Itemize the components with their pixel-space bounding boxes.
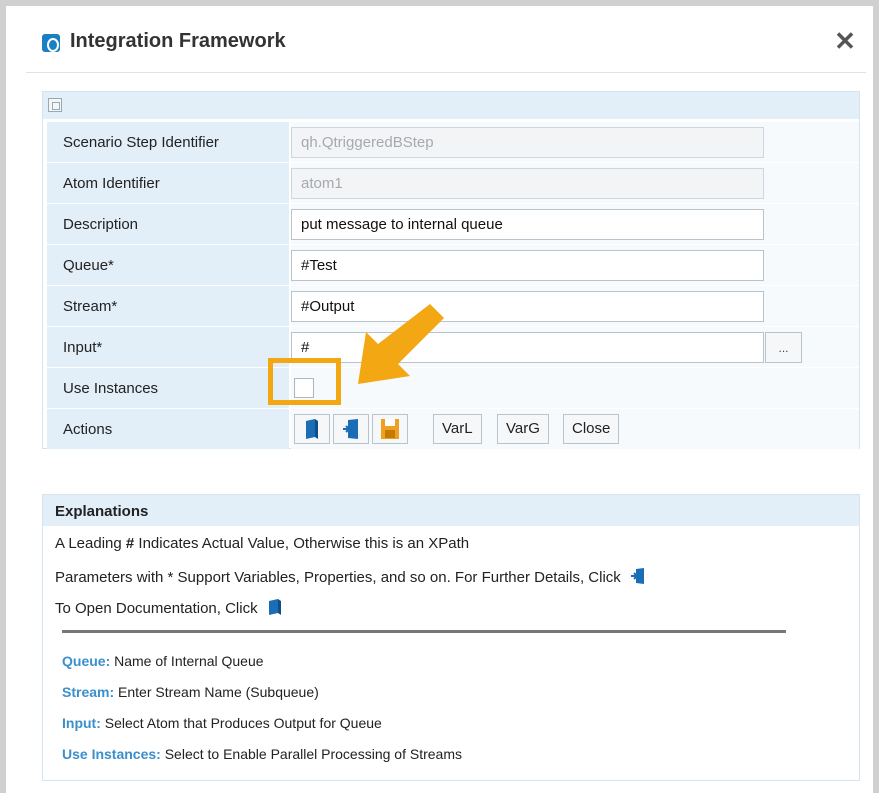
varl-button[interactable]: VarL (433, 414, 482, 444)
line-text: To Open Documentation, Click (55, 600, 258, 617)
row-description: Description put message to internal queu… (43, 203, 859, 244)
form-label: Actions (63, 421, 113, 438)
hash-symbol: # (125, 535, 135, 552)
label-cell: Stream* (47, 286, 289, 326)
explanations-panel: Explanations A Leading # Indicates Actua… (42, 494, 860, 781)
documentation-button[interactable] (294, 414, 330, 444)
line-text: A Leading (55, 535, 126, 552)
collapse-panel-icon[interactable] (48, 98, 62, 112)
definition-text: Enter Stream Name (Subqueue) (114, 684, 319, 700)
definition-text: Name of Internal Queue (110, 653, 264, 669)
details-door-icon[interactable] (629, 567, 647, 585)
line-text: Indicates Actual Value, Otherwise this i… (134, 535, 470, 552)
form-label: Description (63, 216, 139, 233)
row-queue: Queue* #Test (43, 244, 859, 285)
panel-header (43, 92, 859, 119)
atom-identifier-field: atom1 (291, 168, 764, 199)
frame-top (0, 0, 879, 6)
definition-input: Input: Select Atom that Produces Output … (62, 715, 382, 731)
save-disk-icon (381, 419, 399, 439)
varg-button[interactable]: VarG (497, 414, 549, 444)
value-cell: #Test (291, 245, 859, 285)
definition-queue: Queue: Name of Internal Queue (62, 653, 264, 669)
details-button[interactable] (333, 414, 369, 444)
explanations-divider (62, 630, 786, 633)
definition-text: Select Atom that Produces Output for Que… (100, 715, 382, 731)
close-dialog-button[interactable]: ✕ (832, 26, 858, 56)
explanation-parameters: Parameters with * Support Variables, Pro… (55, 567, 647, 586)
title-divider (26, 72, 866, 73)
frame-right (873, 0, 879, 793)
documentation-book-icon[interactable] (266, 598, 284, 616)
explanation-documentation: To Open Documentation, Click (55, 598, 284, 617)
description-field[interactable]: put message to internal queue (291, 209, 764, 240)
label-cell: Queue* (47, 245, 289, 285)
scenario-step-identifier-field: qh.QtriggeredBStep (291, 127, 764, 158)
explanations-header: Explanations (43, 495, 859, 526)
value-cell: qh.QtriggeredBStep (291, 122, 859, 162)
form-label: Use Instances (63, 380, 159, 397)
definition-use-instances: Use Instances: Select to Enable Parallel… (62, 746, 462, 762)
frame-left (0, 0, 6, 793)
details-door-icon (343, 419, 358, 439)
documentation-book-icon (306, 419, 318, 439)
queue-field[interactable]: #Test (291, 250, 764, 281)
input-browse-button[interactable]: ... (765, 332, 802, 363)
integration-framework-icon (42, 34, 60, 52)
form-label: Input* (63, 339, 103, 356)
form-label: Scenario Step Identifier (63, 134, 219, 151)
definition-term: Stream: (62, 684, 115, 700)
explanations-title: Explanations (55, 503, 149, 520)
row-scenario-step-identifier: Scenario Step Identifier qh.QtriggeredBS… (43, 121, 859, 162)
definition-term: Queue: (62, 653, 111, 669)
label-cell: Description (47, 204, 289, 244)
close-button[interactable]: Close (563, 414, 620, 444)
row-actions: Actions VarL VarG Close (43, 408, 859, 449)
definition-text: Select to Enable Parallel Processing of … (160, 746, 462, 762)
form-label: Stream* (63, 298, 118, 315)
label-cell: Use Instances (47, 368, 289, 408)
checkbox-highlight-box (268, 358, 341, 405)
line-text: Parameters with * Support Variables, Pro… (55, 569, 621, 586)
definition-term: Use Instances: (62, 746, 161, 762)
callout-arrow-icon (358, 304, 444, 384)
value-cell: VarL VarG Close (291, 409, 859, 449)
dialog-title: Integration Framework (70, 30, 286, 52)
explanation-leading-hash: A Leading # Indicates Actual Value, Othe… (55, 535, 469, 552)
row-atom-identifier: Atom Identifier atom1 (43, 162, 859, 203)
step-form-panel: Scenario Step Identifier qh.QtriggeredBS… (42, 91, 860, 449)
form-label: Queue* (63, 257, 114, 274)
label-cell: Input* (47, 327, 289, 367)
value-cell: atom1 (291, 163, 859, 203)
definition-term: Input: (62, 715, 101, 731)
label-cell: Atom Identifier (47, 163, 289, 203)
form-label: Atom Identifier (63, 175, 160, 192)
dialog-title-bar: Integration Framework ✕ (26, 18, 866, 68)
value-cell: put message to internal queue (291, 204, 859, 244)
label-cell: Scenario Step Identifier (47, 122, 289, 162)
label-cell: Actions (47, 409, 289, 449)
save-button[interactable] (372, 414, 408, 444)
definition-stream: Stream: Enter Stream Name (Subqueue) (62, 684, 319, 700)
